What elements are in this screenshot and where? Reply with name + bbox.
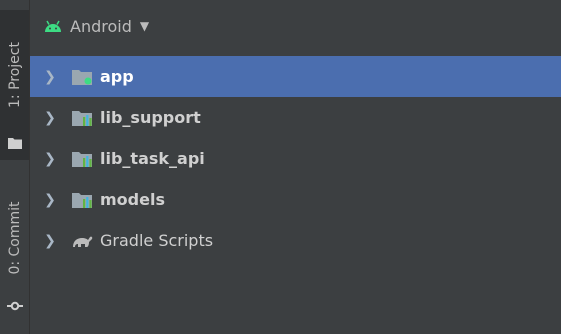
library-folder-icon (70, 108, 96, 128)
chevron-right-icon[interactable]: ❯ (44, 233, 56, 249)
tree-item-app[interactable]: ❯ app (30, 56, 561, 97)
tool-window-strip: 1: Project 0: Commit (0, 0, 30, 334)
tree-item-label: models (100, 190, 165, 209)
chevron-right-icon[interactable]: ❯ (44, 192, 56, 208)
tree-item-label: Gradle Scripts (100, 231, 214, 250)
tree-item-lib-task-api[interactable]: ❯ lib_task_api (30, 138, 561, 179)
project-tool-tab[interactable]: 1: Project (0, 10, 29, 160)
library-folder-icon (70, 149, 96, 169)
project-tab-label: 1: Project (6, 42, 23, 108)
tree-item-gradle-scripts[interactable]: ❯ Gradle Scripts (30, 220, 561, 261)
tree-item-label: lib_support (100, 108, 201, 127)
chevron-right-icon[interactable]: ❯ (44, 69, 56, 85)
commit-icon (6, 296, 23, 315)
project-tree: ❯ app ❯ lib_support ❯ lib_task_api ❯ mod… (30, 56, 561, 261)
view-mode-label: Android (70, 16, 132, 36)
android-icon (44, 17, 62, 36)
project-tool-window: 1: Project 0: Commit Android ▼ ❯ app ❯ l… (0, 0, 561, 334)
project-panel: Android ▼ ❯ app ❯ lib_support ❯ lib_task… (30, 0, 561, 334)
commit-tool-tab[interactable]: 0: Commit (0, 180, 29, 320)
library-folder-icon (70, 190, 96, 210)
view-mode-selector[interactable]: Android ▼ (44, 17, 149, 36)
module-folder-icon (70, 67, 96, 87)
chevron-down-icon[interactable]: ▼ (140, 19, 149, 33)
commit-tab-label: 0: Commit (6, 201, 23, 275)
panel-header: Android ▼ (30, 0, 561, 52)
tree-item-models[interactable]: ❯ models (30, 179, 561, 220)
tree-item-label: lib_task_api (100, 149, 205, 168)
chevron-right-icon[interactable]: ❯ (44, 151, 56, 167)
folder-icon (7, 134, 22, 153)
gradle-icon (70, 231, 96, 251)
tree-item-lib-support[interactable]: ❯ lib_support (30, 97, 561, 138)
tree-item-label: app (100, 67, 134, 86)
chevron-right-icon[interactable]: ❯ (44, 110, 56, 126)
